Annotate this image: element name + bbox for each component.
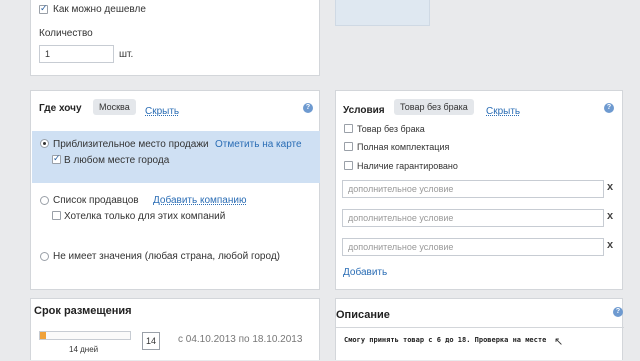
term-title: Срок размещения	[34, 305, 132, 317]
sellers-radio[interactable]	[40, 196, 49, 205]
option-full-set-label: Полная комплектация	[357, 142, 450, 152]
sellers-label: Список продавцов	[53, 195, 139, 206]
unit-label: шт.	[119, 49, 134, 60]
description-textarea[interactable]: Смогу принять товар с 6 до 18. Проверка …	[336, 327, 624, 361]
conditions-title: Условия	[343, 105, 385, 116]
map-link[interactable]: Отметить на карте	[215, 139, 302, 150]
term-slider[interactable]	[39, 331, 131, 340]
approx-place-radio[interactable]	[40, 139, 49, 148]
mouse-cursor-icon: ↖	[554, 336, 564, 348]
cheaper-label: Как можно дешевле	[53, 4, 146, 15]
no-matter-label: Не имеет значения (любая страна, любой г…	[53, 251, 281, 262]
term-panel: Срок размещения 14 дней 14 с 04.10.2013 …	[30, 298, 320, 360]
where-title: Где хочу	[39, 103, 82, 114]
option-checkbox[interactable]	[344, 124, 353, 133]
only-these-label: Хотелка только для этих компаний	[64, 211, 226, 222]
option-warranty-label: Наличие гарантировано	[357, 161, 458, 171]
description-title: Описание	[336, 309, 390, 321]
conditions-panel: Условия Товар без брака Скрыть ? Товар б…	[335, 90, 623, 290]
help-icon[interactable]: ?	[604, 103, 614, 113]
top-right-block	[335, 0, 430, 26]
add-company-link[interactable]: Добавить компанию	[153, 195, 246, 206]
order-options-panel: Как можно дешевле Количество 1 шт.	[30, 0, 320, 76]
quantity-input[interactable]: 1	[39, 45, 114, 63]
no-matter-radio[interactable]	[40, 252, 49, 261]
option-no-defect-label: Товар без брака	[357, 124, 425, 134]
option-checkbox[interactable]	[344, 142, 353, 151]
conditions-tag[interactable]: Товар без брака	[394, 99, 474, 115]
days-label: 14 дней	[69, 345, 99, 354]
extra-condition-input[interactable]: дополнительное условие	[342, 209, 604, 227]
remove-condition-icon[interactable]: x	[607, 239, 613, 251]
city-tag[interactable]: Москва	[93, 99, 136, 115]
term-slider-fill	[40, 332, 47, 339]
cheaper-checkbox[interactable]	[39, 3, 48, 14]
conditions-hide-link[interactable]: Скрыть	[486, 106, 520, 117]
anywhere-checkbox[interactable]	[52, 153, 61, 164]
remove-condition-icon[interactable]: x	[607, 210, 613, 222]
extra-condition-input[interactable]: дополнительное условие	[342, 180, 604, 198]
help-icon[interactable]: ?	[303, 103, 313, 113]
help-icon[interactable]: ?	[613, 307, 623, 317]
days-box[interactable]: 14	[142, 332, 160, 350]
where-panel: Где хочу Москва Скрыть ? Приблизительное…	[30, 90, 320, 290]
date-range: с 04.10.2013 по 18.10.2013	[178, 334, 303, 345]
only-these-checkbox[interactable]	[52, 211, 61, 220]
where-hide-link[interactable]: Скрыть	[145, 106, 179, 117]
quantity-label: Количество	[39, 28, 93, 39]
remove-condition-icon[interactable]: x	[607, 181, 613, 193]
add-condition-link[interactable]: Добавить	[343, 267, 387, 278]
option-checkbox[interactable]	[344, 161, 353, 170]
description-panel: Описание ? Смогу принять товар с 6 до 18…	[335, 298, 624, 361]
anywhere-label: В любом месте города	[64, 155, 170, 166]
extra-condition-input[interactable]: дополнительное условие	[342, 238, 604, 256]
approx-place-label: Приблизительное место продажи	[53, 139, 209, 150]
